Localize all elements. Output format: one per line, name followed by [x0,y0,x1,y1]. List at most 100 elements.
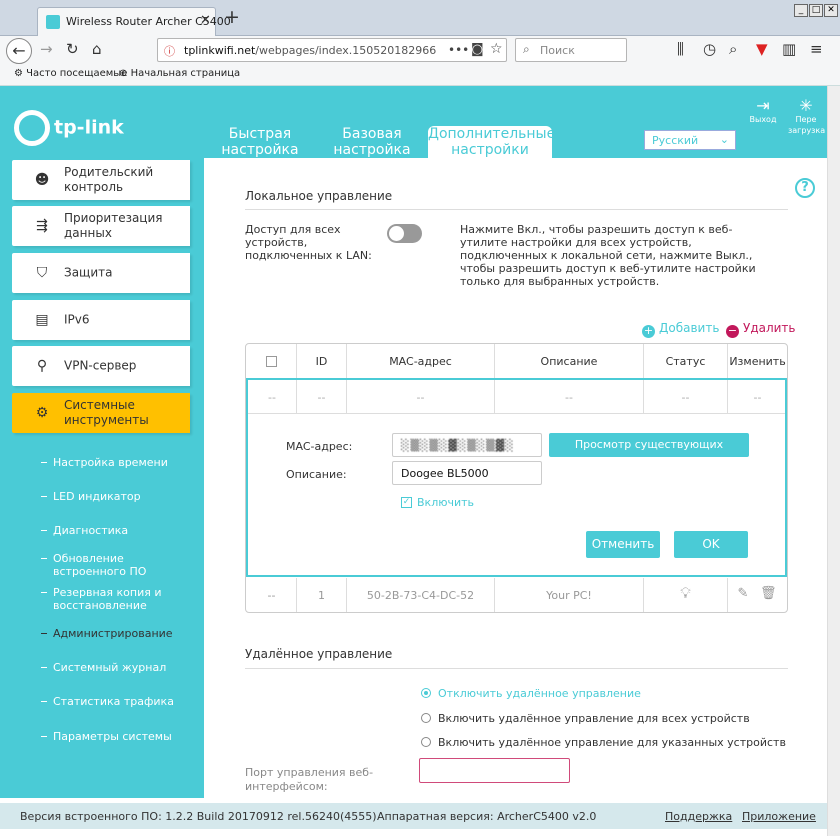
firmware-version: Версия встроенного ПО: 1.2.2 Build 20170… [20,810,377,823]
section-title-local: Локальное управление [245,189,393,203]
desc-input[interactable]: Doogee BL5000 [392,461,542,485]
tab-basic[interactable]: Базовая настройка [326,126,418,158]
sidebar-icon[interactable]: ▥ [782,40,796,58]
col-status: Статус [665,355,706,368]
port-label: Порт управления веб-интерфейсом: [245,766,374,793]
back-icon[interactable]: ← [6,38,32,64]
sidebar-item-system-tools[interactable]: ⚙ Системные инструменты [12,393,190,433]
table-cell: -- [268,391,276,404]
logout-icon: ⇥ [756,96,770,115]
sidebar-sub-admin[interactable]: Администрирование [41,627,173,640]
priority-icon: ⇶ [36,218,48,234]
close-window-icon[interactable]: ✕ [824,4,838,17]
lan-access-description: Нажмите Вкл., чтобы разрешить доступ к в… [460,223,756,288]
app-link[interactable]: Приложение [742,810,816,823]
trash-icon[interactable]: 🗑︎ [760,586,777,601]
enable-checkbox[interactable]: ✓ [401,497,412,508]
reboot-icon: ✳ [799,96,813,115]
desc-label: Описание: [286,468,347,481]
find-icon[interactable]: ⌕ [729,40,737,58]
sidebar-sub-backup[interactable]: Резервная копия и восстановление [41,586,168,612]
table-cell: -- [565,391,573,404]
select-all-checkbox[interactable] [266,356,277,367]
enable-label: Включить [417,496,475,509]
vpn-icon: ⚲ [36,358,48,374]
search-input[interactable]: ⌕ Поиск [515,38,627,62]
browser-tab[interactable]: Wireless Router Archer C5400 ✕ [37,7,231,36]
mac-label: MAC-адрес: [286,440,353,453]
sidebar-sub-time[interactable]: Настройка времени [41,456,168,469]
delete-button[interactable]: − Удалить [726,321,796,338]
sidebar-item-ipv6[interactable]: ▤ IPv6 [12,300,190,340]
ok-button[interactable]: OK [674,531,748,558]
home-icon[interactable]: ⌂ [92,40,102,58]
scrollbar[interactable] [827,86,840,836]
tplink-favicon-icon [46,15,60,29]
family-icon: ☻ [34,172,50,188]
hardware-version: Аппаратная версия: ArcherC5400 v2.0 [377,810,597,823]
forward-icon[interactable]: → [40,40,53,58]
close-tab-icon[interactable]: ✕ [200,13,211,28]
bookmark-star-icon[interactable]: ☆ [490,41,503,57]
divider [245,209,788,210]
lan-access-toggle[interactable] [387,224,422,243]
col-desc: Описание [540,355,598,368]
sidebar-sub-firmware[interactable]: Обновление встроенного ПО [41,552,163,578]
menu-icon[interactable]: ≡ [810,40,823,58]
sidebar-item-parental[interactable]: ☻ Родительский контроль [12,160,190,200]
status-bulb-icon: 💡︎ [680,584,691,602]
sidebar-sub-syslog[interactable]: Системный журнал [41,661,166,674]
new-tab-icon[interactable]: + [224,6,240,28]
language-select[interactable]: Русский ⌄ [644,130,736,150]
table-cell: -- [753,391,762,404]
help-icon[interactable]: ? [795,178,815,198]
bookmark-start-page[interactable]: ⊕ Начальная страница [119,68,240,79]
sidebar-item-vpn[interactable]: ⚲ VPN-сервер [12,346,190,386]
sidebar-sub-led[interactable]: LED индикатор [41,490,141,503]
port-input[interactable] [419,758,570,783]
reload-icon[interactable]: ↻ [66,40,79,58]
pocket-icon[interactable]: ◙ [471,42,484,57]
add-button[interactable]: + Добавить [642,321,719,338]
col-edit: Изменить [729,355,786,368]
minus-icon: − [726,324,739,338]
col-id: ID [315,355,328,368]
gear-icon: ⚙ [35,405,49,421]
search-icon: ⌕ [523,42,530,56]
radio-remote-specific-label: Включить удалённое управление для указан… [438,736,786,749]
bookmark-most-visited[interactable]: ⚙ Часто посещаемые [14,68,127,79]
plus-icon: + [642,324,655,338]
sidebar-sub-diagnostics[interactable]: Диагностика [41,524,128,537]
row-check: -- [267,589,276,602]
library-icon[interactable]: ⫼ [677,40,684,58]
history-icon[interactable]: ◷ [703,40,716,58]
sidebar-sub-traffic[interactable]: Статистика трафика [41,695,174,708]
radio-remote-all[interactable] [421,713,431,723]
view-devices-button[interactable]: Просмотр существующих устройств [549,433,749,475]
tab-quick-setup[interactable]: Быстрая настройка [214,126,306,158]
reboot-button[interactable]: ✳ Пере загрузка [788,96,825,136]
insecure-lock-icon[interactable]: ⓘ [164,43,175,59]
mac-input[interactable]: ░▒░▒░▓░▒░▒▓░ [392,433,542,457]
support-link[interactable]: Поддержка [665,810,732,823]
sidebar-item-security[interactable]: ⛉ Защита [12,253,190,293]
adblock-icon[interactable]: ▼ [756,40,768,58]
edit-icon[interactable]: ✎ [735,586,751,601]
sidebar-item-qos[interactable]: ⇶ Приоритезация данных [12,206,190,246]
radio-remote-off-label: Отключить удалённое управление [438,687,641,700]
tab-advanced[interactable]: Дополнительные настройки [428,126,555,158]
row-id: 1 [318,589,325,602]
cancel-button[interactable]: Отменить [586,531,660,558]
radio-remote-off[interactable] [421,688,431,698]
minimize-icon[interactable]: _ [794,4,808,17]
url-host: tplinkwifi.net [184,44,256,57]
url-bar[interactable]: ⓘ tplinkwifi.net/webpages/index.15052018… [157,38,507,62]
sidebar-sub-params[interactable]: Параметры системы [41,730,172,743]
row-mac: 50-2B-73-C4-DC-52 [366,589,475,602]
more-icon[interactable]: ••• [448,43,469,57]
logout-button[interactable]: ⇥ Выход [746,98,780,125]
divider [245,668,788,669]
radio-remote-specific[interactable] [421,737,431,747]
logo-mark-icon [14,110,50,146]
maximize-icon[interactable]: □ [809,4,823,17]
